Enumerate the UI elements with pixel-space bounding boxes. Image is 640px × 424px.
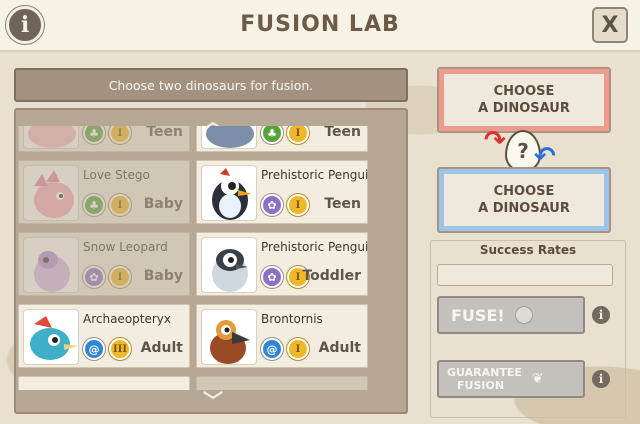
rarity-badge: I	[287, 194, 309, 216]
dino-card[interactable]: ♣ I Teen	[196, 126, 368, 152]
instruction-banner: Choose two dinosaurs for fusion.	[14, 68, 408, 102]
grass-type-icon: ♣	[83, 126, 105, 144]
stage-label: Baby	[143, 196, 183, 212]
leaf-icon: ❦	[531, 370, 544, 387]
stage-label: Toddler	[302, 268, 361, 284]
choose-dinosaur-slot-2[interactable]: CHOOSE A DINOSAUR	[437, 167, 611, 233]
success-rate-bar	[437, 264, 613, 286]
rarity-badge: I	[109, 266, 131, 288]
success-rates-title: Success Rates	[430, 243, 626, 257]
wind-type-icon: @	[261, 338, 283, 360]
grass-type-icon: ♣	[83, 194, 105, 216]
dino-portrait	[201, 237, 257, 293]
dino-card[interactable]	[196, 376, 368, 390]
dino-card[interactable]: Love Stego ♣ I Baby	[18, 160, 190, 224]
dino-card[interactable]: Prehistoric Penguin ✿ I Teen	[196, 160, 369, 224]
choose-dinosaur-slot-1[interactable]: CHOOSE A DINOSAUR	[437, 67, 611, 133]
dino-card[interactable]: Brontornis @ I Adult	[196, 304, 368, 368]
dino-name: Snow Leopard	[83, 240, 168, 254]
dino-portrait	[23, 309, 79, 365]
close-button[interactable]: X	[592, 7, 628, 43]
wind-type-icon: @	[83, 338, 105, 360]
grass-type-icon: ♣	[261, 126, 283, 144]
fuse-label: FUSE!	[451, 305, 505, 325]
choose-slot-line1: CHOOSE	[493, 184, 555, 199]
choose-slot-line2: A DINOSAUR	[478, 101, 570, 116]
dino-portrait	[201, 165, 257, 221]
dino-card[interactable]: Snow Leopard ✿ I Baby	[18, 232, 190, 296]
dino-card[interactable]	[18, 376, 190, 390]
dino-portrait	[201, 126, 257, 149]
dino-name: Brontornis	[261, 312, 323, 326]
light-type-icon: ✿	[83, 266, 105, 288]
stage-label: Adult	[140, 340, 183, 356]
dino-card[interactable]: ♣ I Teen	[18, 126, 190, 152]
rarity-badge: I	[109, 126, 131, 144]
guarantee-line1: GUARANTEE	[447, 366, 522, 379]
guarantee-fusion-button[interactable]: GUARANTEE FUSION ❦	[437, 360, 585, 398]
dino-card[interactable]: Prehistoric Penguin ✿ I Toddler	[196, 232, 369, 296]
choose-slot-line2: A DINOSAUR	[478, 201, 570, 216]
page-title: FUSION LAB	[240, 12, 400, 37]
choose-slot-line1: CHOOSE	[493, 84, 555, 99]
header-bar: i FUSION LAB X	[0, 0, 640, 52]
dino-card[interactable]: Archaeopteryx @ III Adult	[18, 304, 190, 368]
chevron-down-icon[interactable]: ﹀	[200, 391, 226, 411]
rarity-badge: I	[109, 194, 131, 216]
dino-name: Archaeopteryx	[83, 312, 172, 326]
stage-label: Baby	[143, 268, 183, 284]
dino-name: Prehistoric Penguin	[261, 168, 369, 182]
guarantee-line2: FUSION	[457, 379, 505, 392]
dino-name: Prehistoric Penguin	[261, 240, 369, 254]
rarity-badge: I	[287, 126, 309, 144]
light-type-icon: ✿	[261, 266, 283, 288]
guarantee-info-icon[interactable]: i	[592, 370, 610, 388]
stage-label: Teen	[324, 196, 361, 212]
red-swap-arrow-icon: ↷	[484, 126, 506, 156]
stage-label: Adult	[318, 340, 361, 356]
dino-list[interactable]: ♣ I Teen ♣ I Teen Love Stego ♣ I Baby Pr…	[18, 126, 372, 390]
dino-name: Love Stego	[83, 168, 150, 182]
dino-portrait	[201, 309, 257, 365]
stage-label: Teen	[324, 126, 361, 140]
close-icon: X	[601, 12, 619, 38]
rarity-badge: III	[109, 338, 131, 360]
dino-portrait	[23, 165, 79, 221]
fuse-button[interactable]: FUSE!	[437, 296, 585, 334]
light-type-icon: ✿	[261, 194, 283, 216]
dino-portrait	[23, 126, 79, 149]
coin-icon	[514, 306, 533, 324]
rarity-badge: I	[287, 338, 309, 360]
stage-label: Teen	[146, 126, 183, 140]
dino-portrait	[23, 237, 79, 293]
fuse-info-icon[interactable]: i	[592, 306, 610, 324]
